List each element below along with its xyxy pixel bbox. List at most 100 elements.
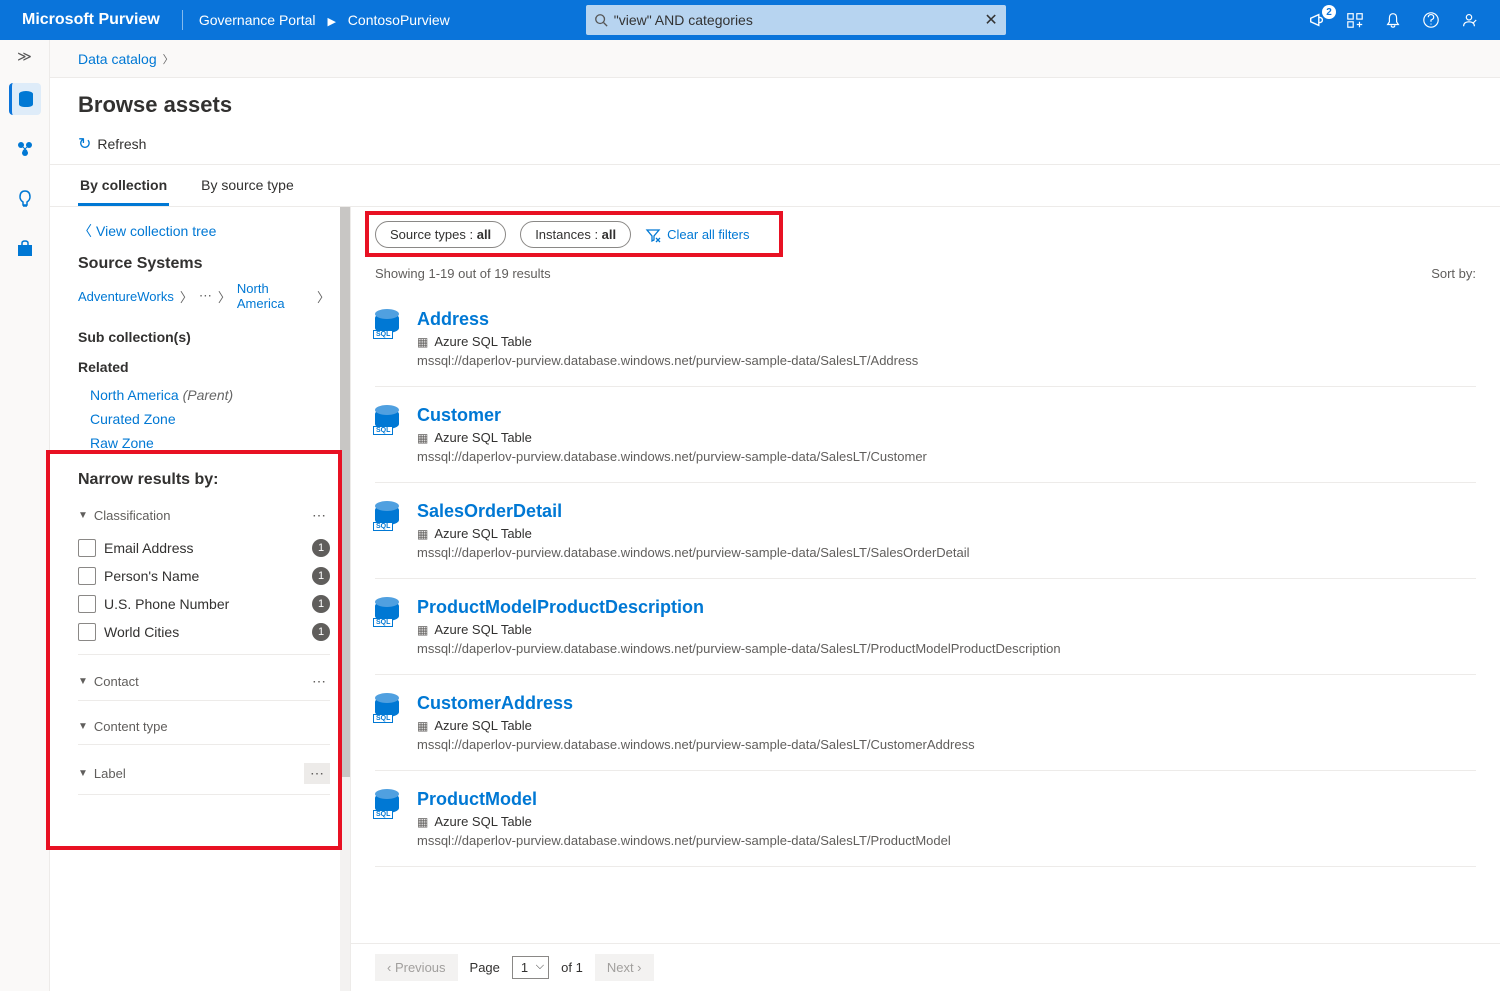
checkbox[interactable] (78, 623, 96, 641)
asset-row[interactable]: SQLCustomerAddress▦Azure SQL Tablemssql:… (375, 675, 1476, 771)
expand-rail-icon[interactable]: ≫ (17, 48, 32, 65)
sql-table-icon: SQL (375, 309, 403, 368)
filter-item[interactable]: Person's Name 1 (78, 562, 330, 590)
more-icon[interactable]: ⋯ (308, 507, 330, 524)
global-search[interactable]: ✕ (586, 5, 1006, 35)
top-icon-bar: 2 (1308, 11, 1490, 29)
filter-content-type: ▼ Content type (78, 713, 330, 745)
filter-contact-header[interactable]: ▼ Contact ⋯ (78, 667, 330, 696)
tab-by-source-type[interactable]: By source type (199, 165, 296, 206)
rail-insights-icon[interactable] (9, 183, 41, 215)
search-input[interactable] (614, 12, 979, 28)
knowledge-center-icon[interactable] (1346, 11, 1364, 29)
sql-table-icon: SQL (375, 597, 403, 656)
page-label: Page (470, 960, 500, 975)
table-icon: ▦ (417, 815, 428, 829)
account-label[interactable]: ContosoPurview (348, 12, 450, 28)
help-icon[interactable] (1422, 11, 1440, 29)
refresh-button[interactable]: ↻ Refresh (78, 134, 146, 154)
left-panel: 〈 View collection tree Source Systems Ad… (50, 207, 350, 991)
chevron-right-icon: 〉 (317, 287, 330, 306)
page-select[interactable]: 1 (512, 956, 549, 979)
asset-title[interactable]: ProductModel (417, 789, 951, 810)
sql-table-icon: SQL (375, 789, 403, 848)
filter-item-count: 1 (312, 567, 330, 585)
rail-management-icon[interactable] (9, 233, 41, 265)
breadcrumb-link[interactable]: Data catalog (78, 51, 157, 67)
asset-title[interactable]: SalesOrderDetail (417, 501, 970, 522)
bell-icon[interactable] (1384, 11, 1402, 29)
clear-search-icon[interactable]: ✕ (984, 10, 997, 30)
filter-item[interactable]: World Cities1 (78, 618, 330, 646)
next-page-button[interactable]: Next › (595, 954, 654, 981)
portal-label[interactable]: Governance Portal (199, 12, 316, 28)
scrollbar-thumb[interactable] (340, 207, 350, 777)
asset-row[interactable]: SQLProductModelProductDescription▦Azure … (375, 579, 1476, 675)
asset-type: ▦Azure SQL Table (417, 430, 927, 445)
checkbox[interactable] (78, 595, 96, 613)
asset-title[interactable]: Customer (417, 405, 927, 426)
checkbox[interactable] (78, 567, 96, 585)
filter-item[interactable]: U.S. Phone Number1 (78, 590, 330, 618)
asset-row[interactable]: SQLAddress▦Azure SQL Tablemssql://daperl… (375, 291, 1476, 387)
divider (182, 10, 183, 30)
crumb-ellipsis[interactable]: ⋯ (199, 288, 212, 304)
filter-clear-icon (645, 227, 661, 243)
crumb-root[interactable]: AdventureWorks (78, 289, 174, 304)
filter-label: Label (94, 766, 126, 781)
rail-data-catalog-icon[interactable] (9, 83, 41, 115)
filter-label: Classification (94, 508, 171, 523)
asset-path: mssql://daperlov-purview.database.window… (417, 641, 1061, 656)
main-area: Data catalog 〉 Browse assets ↻ Refresh B… (50, 40, 1500, 991)
filter-label: ▼ Label ⋯ (78, 757, 330, 795)
asset-title[interactable]: ProductModelProductDescription (417, 597, 1061, 618)
instances-pill[interactable]: Instances : all (520, 221, 631, 248)
asset-type: ▦Azure SQL Table (417, 526, 970, 541)
filter-label: Content type (94, 719, 168, 734)
chevron-right-icon: ▶ (327, 16, 335, 28)
more-icon[interactable]: ⋯ (304, 763, 330, 784)
filter-item[interactable]: Email Address1 (78, 534, 330, 562)
more-icon[interactable]: ⋯ (308, 673, 330, 690)
sub-collections-heading: Sub collection(s) (78, 329, 330, 345)
pill-prefix: Source types : (390, 227, 477, 242)
filter-item-label: U.S. Phone Number (104, 596, 304, 612)
chevron-left-icon: 〈 (78, 221, 92, 241)
asset-row[interactable]: SQL SalesOrderDetail ▦Azure SQL Table mssql… (375, 483, 1476, 579)
clear-filters-button[interactable]: Clear all filters (645, 227, 749, 243)
related-item[interactable]: North America (Parent) (90, 387, 330, 403)
refresh-icon: ↻ (78, 134, 91, 154)
rail-data-map-icon[interactable] (9, 133, 41, 165)
asset-row[interactable]: SQLProductModel▦Azure SQL Tablemssql://d… (375, 771, 1476, 867)
results-panel: Source types : all Instances : all Clear… (350, 207, 1500, 991)
sql-table-icon: SQL (375, 501, 403, 560)
filter-item-label: World Cities (104, 624, 304, 640)
view-collection-tree-link[interactable]: 〈 View collection tree (78, 221, 330, 241)
related-item[interactable]: Curated Zone (90, 411, 330, 427)
scrollbar-track[interactable] (340, 207, 350, 991)
feedback-icon[interactable] (1460, 11, 1478, 29)
back-link-label: View collection tree (96, 223, 216, 239)
asset-title[interactable]: CustomerAddress (417, 693, 975, 714)
filter-content-type-header[interactable]: ▼ Content type (78, 713, 330, 740)
prev-label: Previous (395, 960, 446, 975)
source-types-pill[interactable]: Source types : all (375, 221, 506, 248)
related-item[interactable]: Raw Zone (90, 435, 330, 451)
table-icon: ▦ (417, 623, 428, 637)
sql-table-icon: SQL (375, 693, 403, 752)
filter-classification-header[interactable]: ▼ Classification ⋯ (78, 501, 330, 530)
caret-down-icon: ▼ (78, 676, 88, 687)
asset-path: mssql://daperlov-purview.database.window… (417, 545, 970, 560)
filter-label-header[interactable]: ▼ Label ⋯ (78, 757, 330, 790)
checkbox[interactable] (78, 539, 96, 557)
filter-item-count: 1 (312, 539, 330, 557)
announcements-icon[interactable]: 2 (1308, 11, 1326, 29)
asset-row[interactable]: SQLCustomer▦Azure SQL Tablemssql://daper… (375, 387, 1476, 483)
prev-page-button[interactable]: ‹ Previous (375, 954, 458, 981)
tab-by-collection[interactable]: By collection (78, 165, 169, 206)
caret-down-icon: ▼ (78, 721, 88, 732)
crumb-leaf[interactable]: North America (237, 281, 311, 311)
filters-bar: Source types : all Instances : all Clear… (351, 207, 1500, 262)
asset-title[interactable]: Address (417, 309, 918, 330)
filter-item-label: Person's Name (104, 568, 304, 584)
